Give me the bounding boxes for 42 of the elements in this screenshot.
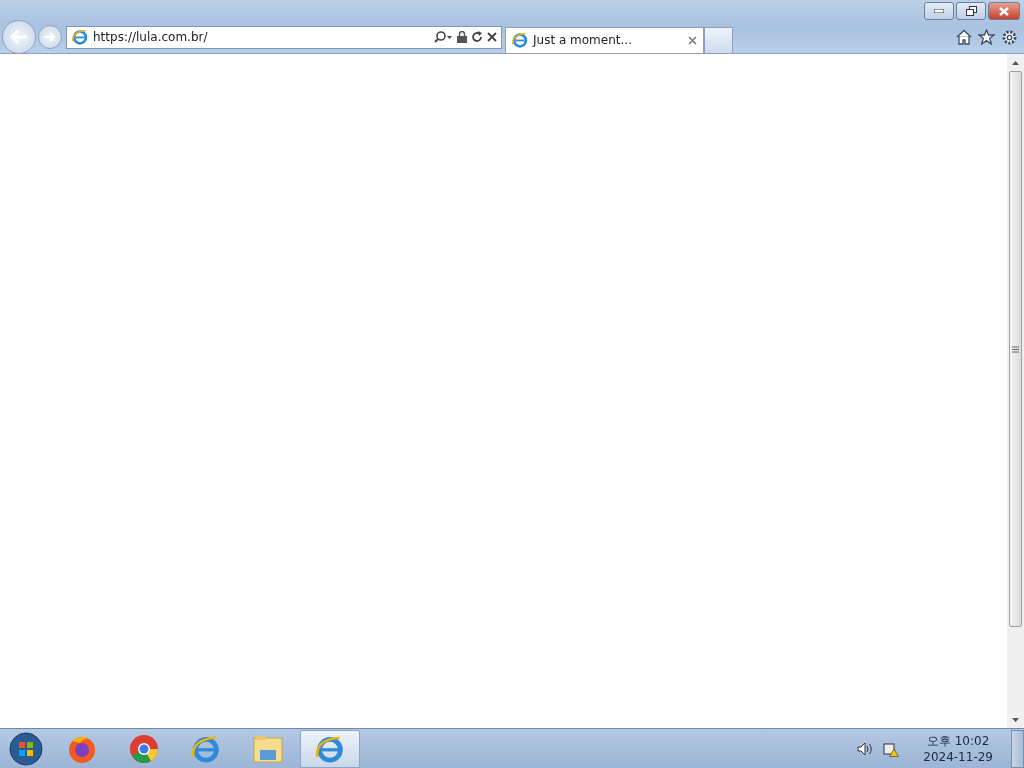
speaker-icon[interactable] [857,741,874,756]
restore-icon [965,6,977,16]
taskbar-app-button[interactable] [300,729,360,768]
down-arrow-icon [1012,718,1019,722]
network-warning-icon[interactable] [883,740,900,757]
forward-button[interactable] [38,25,62,49]
back-button[interactable] [2,20,36,54]
start-button[interactable] [6,730,46,767]
address-bar[interactable]: https://lula.com.br/ [66,25,502,49]
minimize-icon [934,9,944,13]
close-button[interactable] [988,2,1020,20]
browser-tab[interactable]: Just a moment... [505,26,704,53]
vertical-scrollbar[interactable] [1007,54,1024,728]
refresh-icon[interactable] [471,31,483,43]
chrome-icon [128,732,160,765]
grip-icon [1012,345,1019,353]
settings-icon [1001,28,1018,46]
clock-time: 오후 10:02 [926,732,990,749]
start-orb-icon [9,731,43,766]
new-tab-button[interactable] [704,26,733,53]
folder-icon [252,733,284,764]
clock[interactable]: 오후 10:02 2024-11-29 [923,732,993,765]
settings-button[interactable] [1001,28,1018,46]
forward-arrow-icon [44,32,56,42]
star-icon [978,29,995,45]
up-arrow-icon [1012,61,1019,65]
close-icon[interactable] [688,35,697,45]
search-icon[interactable] [433,31,453,43]
close-icon[interactable] [487,32,497,42]
browser-e-icon [511,31,529,49]
favorites-button[interactable] [978,29,995,45]
close-icon [999,6,1009,16]
clock-date: 2024-11-29 [923,748,993,765]
back-arrow-icon [10,30,28,44]
home-button[interactable] [956,29,972,45]
lock-icon[interactable] [457,31,467,43]
tab-title: Just a moment... [533,33,633,47]
minimize-button[interactable] [924,2,954,20]
home-icon [956,29,972,45]
scrollbar-thumb[interactable] [1009,71,1022,627]
restore-button[interactable] [956,2,986,20]
browser-e-icon [71,28,89,46]
